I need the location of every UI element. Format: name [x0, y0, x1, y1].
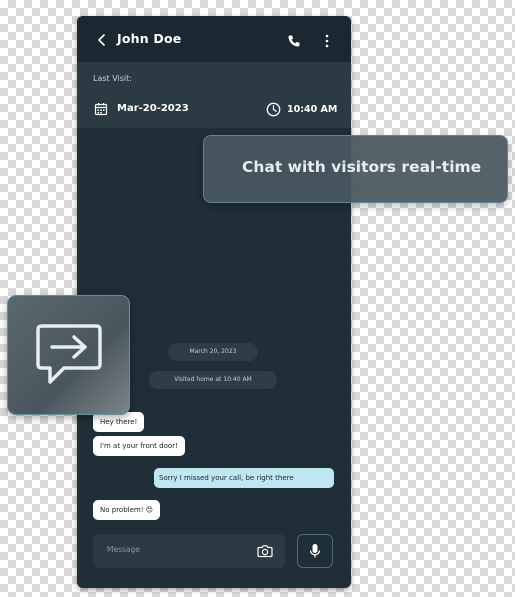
phone-icon[interactable]	[287, 34, 301, 48]
mic-button[interactable]	[297, 534, 333, 568]
last-visit-label: Last Visit:	[93, 74, 132, 83]
message-placeholder: Message	[107, 545, 140, 554]
message-input[interactable]: Message	[93, 534, 285, 568]
message-bubble-incoming: No problem! 😊	[93, 500, 161, 520]
last-visit-date: Mar-20-2023	[117, 103, 189, 114]
message-bubble-outgoing: Sorry I missed your call, be right there	[154, 468, 334, 488]
clock-icon	[266, 102, 281, 117]
last-visit-bar: Last Visit: Mar-20-2023 10:40 AM	[77, 62, 351, 128]
chevron-left-icon[interactable]	[95, 33, 109, 47]
last-visit-time: 10:40 AM	[287, 104, 338, 115]
mic-icon	[309, 544, 321, 558]
contact-name: John Doe	[117, 31, 182, 46]
chat-header: John Doe	[77, 16, 351, 62]
feature-callout: Chat with visitors real-time	[203, 135, 508, 203]
calendar-icon	[94, 103, 108, 116]
message-arrow-icon	[36, 324, 102, 384]
message-bubble-incoming: I'm at your front door!	[93, 436, 185, 456]
date-divider-chip: March 20, 2023	[168, 343, 258, 361]
callout-text: Chat with visitors real-time	[242, 158, 482, 176]
camera-icon[interactable]	[257, 544, 273, 558]
message-bubble-incoming: Hey there!	[93, 412, 145, 432]
chat-feature-badge	[7, 295, 130, 415]
more-vertical-icon[interactable]	[322, 34, 332, 48]
visit-event-chip: Visited home at 10:40 AM	[149, 371, 277, 389]
